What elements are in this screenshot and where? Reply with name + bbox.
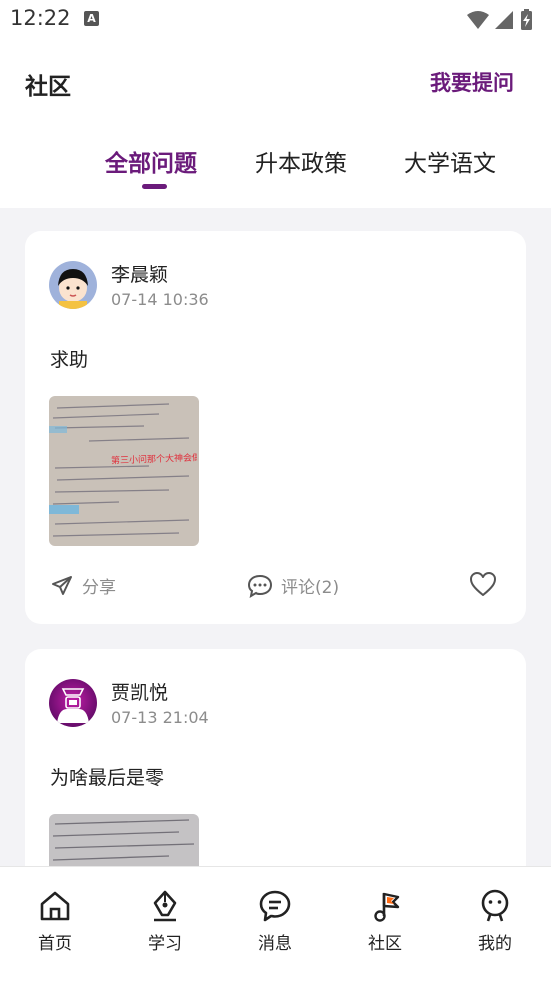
post-image[interactable]: 第三小问那个大神会做啊 — [49, 396, 199, 546]
nav-study-label: 学习 — [148, 934, 182, 954]
post-feed[interactable]: 李晨颖 07-14 10:36 求助 第三小问那个大神会做啊 分享 评论(2) … — [0, 208, 551, 866]
status-time: 12:22 — [10, 6, 71, 30]
wifi-icon — [467, 11, 489, 29]
heart-icon — [470, 572, 496, 596]
tab-policy[interactable]: 升本政策 — [255, 144, 347, 178]
nav-profile-label: 我的 — [478, 934, 512, 954]
post-image[interactable] — [49, 814, 199, 866]
signal-icon — [495, 11, 513, 29]
nav-messages-label: 消息 — [258, 934, 292, 954]
username[interactable]: 李晨颖 — [111, 260, 168, 287]
status-bar: 12:22 A — [0, 0, 551, 40]
post-card[interactable]: 李晨颖 07-14 10:36 求助 第三小问那个大神会做啊 分享 评论(2) — [25, 231, 526, 624]
comment-button[interactable]: 评论(2) — [247, 573, 339, 598]
nav-messages[interactable]: 消息 — [235, 889, 315, 954]
post-text: 为啥最后是零 — [50, 767, 165, 789]
tab-indicator — [142, 184, 167, 189]
comment-label: 评论(2) — [281, 578, 340, 598]
tab-bar: 全部问题 升本政策 大学语文 — [0, 144, 551, 192]
post-card[interactable]: 贾凯悦 07-13 21:04 为啥最后是零 — [25, 649, 526, 866]
notification-icon: A — [84, 11, 99, 26]
ask-question-button[interactable]: 我要提问 — [430, 67, 514, 97]
username[interactable]: 贾凯悦 — [111, 678, 168, 705]
comment-icon — [247, 574, 273, 598]
pen-icon — [153, 890, 177, 922]
nav-profile[interactable]: 我的 — [455, 889, 535, 954]
share-label: 分享 — [82, 578, 116, 598]
page-title: 社区 — [25, 74, 71, 100]
nav-home[interactable]: 首页 — [15, 889, 95, 954]
post-timestamp: 07-14 10:36 — [111, 290, 209, 309]
like-button[interactable] — [469, 571, 497, 597]
avatar[interactable] — [49, 261, 97, 309]
tab-college-chinese[interactable]: 大学语文 — [404, 144, 496, 178]
community-icon — [374, 892, 400, 922]
app-header: 社区 我要提问 全部问题 升本政策 大学语文 — [0, 40, 551, 208]
message-icon — [259, 890, 291, 922]
battery-icon — [521, 9, 532, 30]
tab-all-questions[interactable]: 全部问题 — [105, 144, 197, 178]
avatar[interactable] — [49, 679, 97, 727]
nav-community-label: 社区 — [368, 934, 402, 954]
nav-home-label: 首页 — [38, 934, 72, 954]
bottom-nav: 首页 学习 消息 社区 我的 — [0, 866, 551, 981]
share-icon — [52, 575, 72, 595]
home-icon — [40, 891, 70, 921]
nav-community[interactable]: 社区 — [345, 889, 425, 954]
post-timestamp: 07-13 21:04 — [111, 708, 209, 727]
status-icons — [465, 8, 537, 36]
profile-icon — [481, 889, 509, 922]
nav-study[interactable]: 学习 — [125, 889, 205, 954]
post-text: 求助 — [50, 349, 89, 371]
share-button[interactable]: 分享 — [50, 573, 116, 598]
